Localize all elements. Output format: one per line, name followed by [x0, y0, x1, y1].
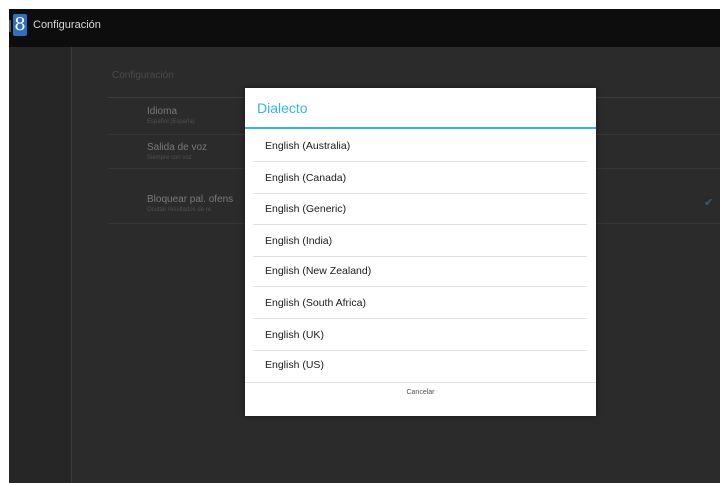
- action-bar-title: Configuración: [33, 19, 101, 31]
- google-app-icon[interactable]: 8: [13, 14, 27, 36]
- checkbox-check-icon[interactable]: ✔: [704, 198, 714, 209]
- option-english-us[interactable]: English (US): [265, 359, 324, 371]
- option-english-new-zealand[interactable]: English (New Zealand): [265, 265, 371, 277]
- option-english-uk[interactable]: English (UK): [265, 329, 324, 341]
- option-english-south-africa[interactable]: English (South Africa): [265, 297, 366, 309]
- left-rail: [9, 47, 72, 483]
- option-divider: [253, 286, 587, 287]
- option-divider: [253, 256, 587, 257]
- dialect-dialog: Dialecto English (Australia) English (Ca…: [245, 88, 596, 416]
- option-english-india[interactable]: English (India): [265, 235, 332, 247]
- action-bar: 8 Configuración: [9, 9, 720, 47]
- option-divider: [253, 318, 587, 319]
- option-divider: [253, 193, 587, 194]
- option-english-generic[interactable]: English (Generic): [265, 203, 346, 215]
- option-divider: [253, 224, 587, 225]
- option-divider: [253, 161, 587, 162]
- option-english-canada[interactable]: English (Canada): [265, 172, 346, 184]
- option-english-australia[interactable]: English (Australia): [265, 140, 350, 152]
- section-header: Configuración: [112, 70, 174, 81]
- cancel-button[interactable]: Cancelar: [245, 382, 596, 416]
- dialog-title-divider: [245, 127, 596, 129]
- option-divider: [253, 350, 587, 351]
- dialog-title: Dialecto: [257, 100, 308, 116]
